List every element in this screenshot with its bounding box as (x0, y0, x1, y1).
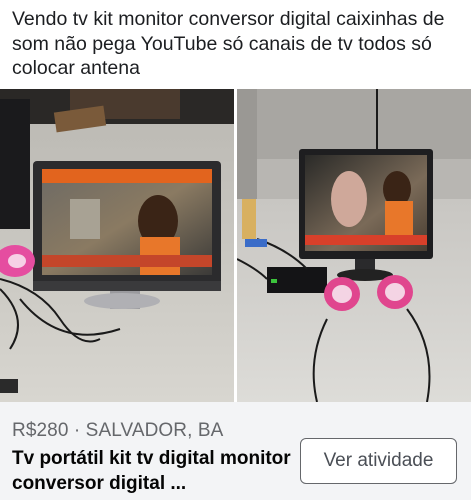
monitor-scene-right (237, 89, 471, 402)
listing-title[interactable]: Tv portátil kit tv digital monitor conve… (12, 447, 297, 496)
product-photo-left[interactable] (0, 89, 234, 402)
post-text: Vendo tv kit monitor conversor digital c… (12, 8, 445, 79)
photo-grid[interactable] (0, 89, 471, 402)
marketplace-listing[interactable]: R$280 · SALVADOR, BA Tv portátil kit tv … (0, 402, 471, 500)
view-activity-button[interactable]: Ver atividade (300, 438, 457, 484)
price-location: R$280 · SALVADOR, BA (12, 420, 224, 441)
product-photo-right[interactable] (237, 89, 471, 402)
monitor-scene-left (0, 89, 234, 402)
